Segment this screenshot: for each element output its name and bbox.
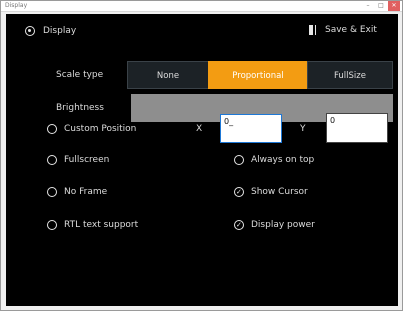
y-position-input[interactable]: 0 [326, 113, 388, 143]
custom-position-radio[interactable] [47, 124, 57, 134]
fullscreen-label: Fullscreen [64, 155, 110, 165]
x-position-input[interactable]: 0_ [220, 114, 282, 143]
always-on-top-label: Always on top [251, 155, 315, 165]
rtl-text-support-radio[interactable] [47, 220, 57, 230]
display-section-icon [25, 26, 35, 36]
scale-type-label: Scale type [56, 70, 104, 80]
custom-position-label: Custom Position [64, 124, 137, 134]
minimize-button[interactable]: – [362, 1, 374, 11]
window-controls: – □ ✕ [362, 1, 400, 11]
title-bar: Display – □ ✕ [1, 1, 402, 12]
check-icon: ✓ [236, 188, 242, 196]
x-label: X [196, 124, 203, 134]
no-frame-label: No Frame [64, 187, 108, 197]
fullscreen-radio[interactable] [47, 155, 57, 165]
check-icon: ✓ [236, 221, 242, 229]
save-icon [309, 25, 316, 35]
save-exit-label: Save & Exit [325, 25, 377, 35]
close-button[interactable]: ✕ [388, 1, 400, 11]
show-cursor-radio[interactable]: ✓ [234, 187, 244, 197]
window-title: Display [5, 2, 28, 9]
show-cursor-label: Show Cursor [251, 187, 308, 197]
app-window: Display – □ ✕ Display Save & Exit Scale … [0, 0, 403, 311]
display-power-radio[interactable]: ✓ [234, 220, 244, 230]
y-label: Y [300, 124, 306, 134]
always-on-top-radio[interactable] [234, 155, 244, 165]
rtl-text-support-label: RTL text support [64, 220, 139, 230]
display-settings-panel: Display Save & Exit Scale type None Prop… [6, 14, 398, 306]
scale-option-fullsize[interactable]: FullSize [307, 61, 393, 89]
section-title: Display [43, 26, 77, 36]
display-power-label: Display power [251, 220, 315, 230]
scale-option-none[interactable]: None [127, 61, 209, 89]
scale-option-proportional[interactable]: Proportional [208, 61, 308, 89]
brightness-label: Brightness [56, 103, 104, 113]
save-exit-button[interactable]: Save & Exit [309, 24, 379, 38]
no-frame-radio[interactable] [47, 187, 57, 197]
maximize-button[interactable]: □ [375, 1, 387, 11]
